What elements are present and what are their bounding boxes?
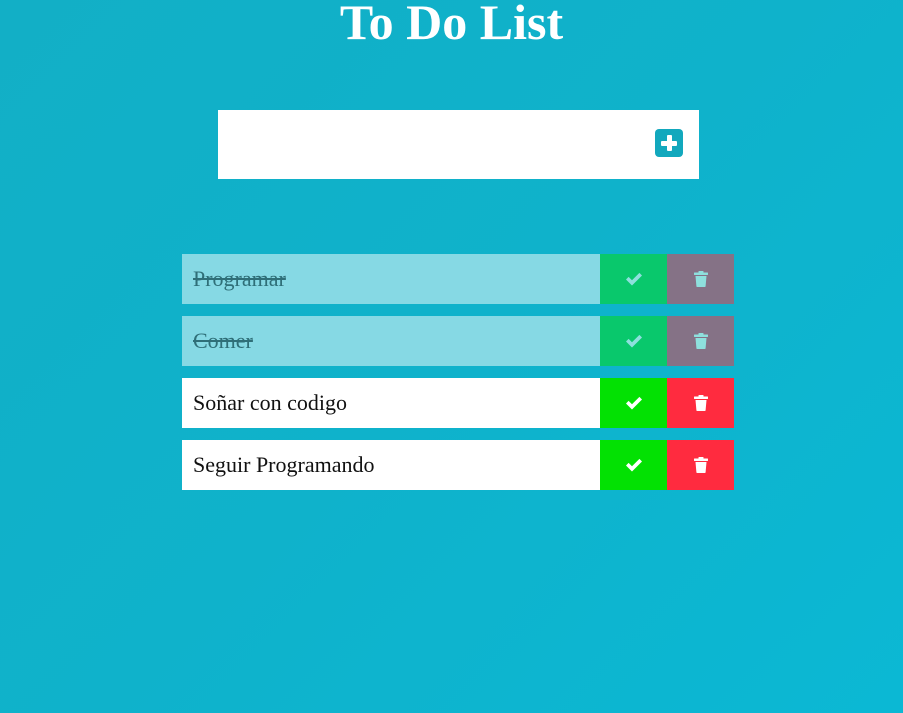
task-text: Comer — [182, 316, 600, 366]
delete-button[interactable] — [667, 440, 734, 490]
task-list: Programar Comer Soñar con codigo Seguir … — [182, 254, 734, 502]
delete-button[interactable] — [667, 316, 734, 366]
trash-icon — [693, 457, 708, 473]
complete-button[interactable] — [600, 378, 667, 428]
task-item: Soñar con codigo — [182, 378, 734, 428]
new-task-bar — [218, 110, 699, 179]
delete-button[interactable] — [667, 254, 734, 304]
task-item: Programar — [182, 254, 734, 304]
task-text: Soñar con codigo — [182, 378, 600, 428]
check-icon — [625, 272, 642, 286]
plus-square-icon[interactable] — [655, 129, 683, 157]
task-text: Programar — [182, 254, 600, 304]
check-icon — [625, 334, 642, 348]
complete-button[interactable] — [600, 440, 667, 490]
task-text: Seguir Programando — [182, 440, 600, 490]
complete-button[interactable] — [600, 316, 667, 366]
delete-button[interactable] — [667, 378, 734, 428]
trash-icon — [693, 271, 708, 287]
page-title: To Do List — [339, 0, 564, 50]
check-icon — [625, 396, 642, 410]
trash-icon — [693, 395, 708, 411]
new-task-input[interactable] — [218, 110, 638, 179]
task-item: Comer — [182, 316, 734, 366]
complete-button[interactable] — [600, 254, 667, 304]
check-icon — [625, 458, 642, 472]
task-item: Seguir Programando — [182, 440, 734, 490]
trash-icon — [693, 333, 708, 349]
